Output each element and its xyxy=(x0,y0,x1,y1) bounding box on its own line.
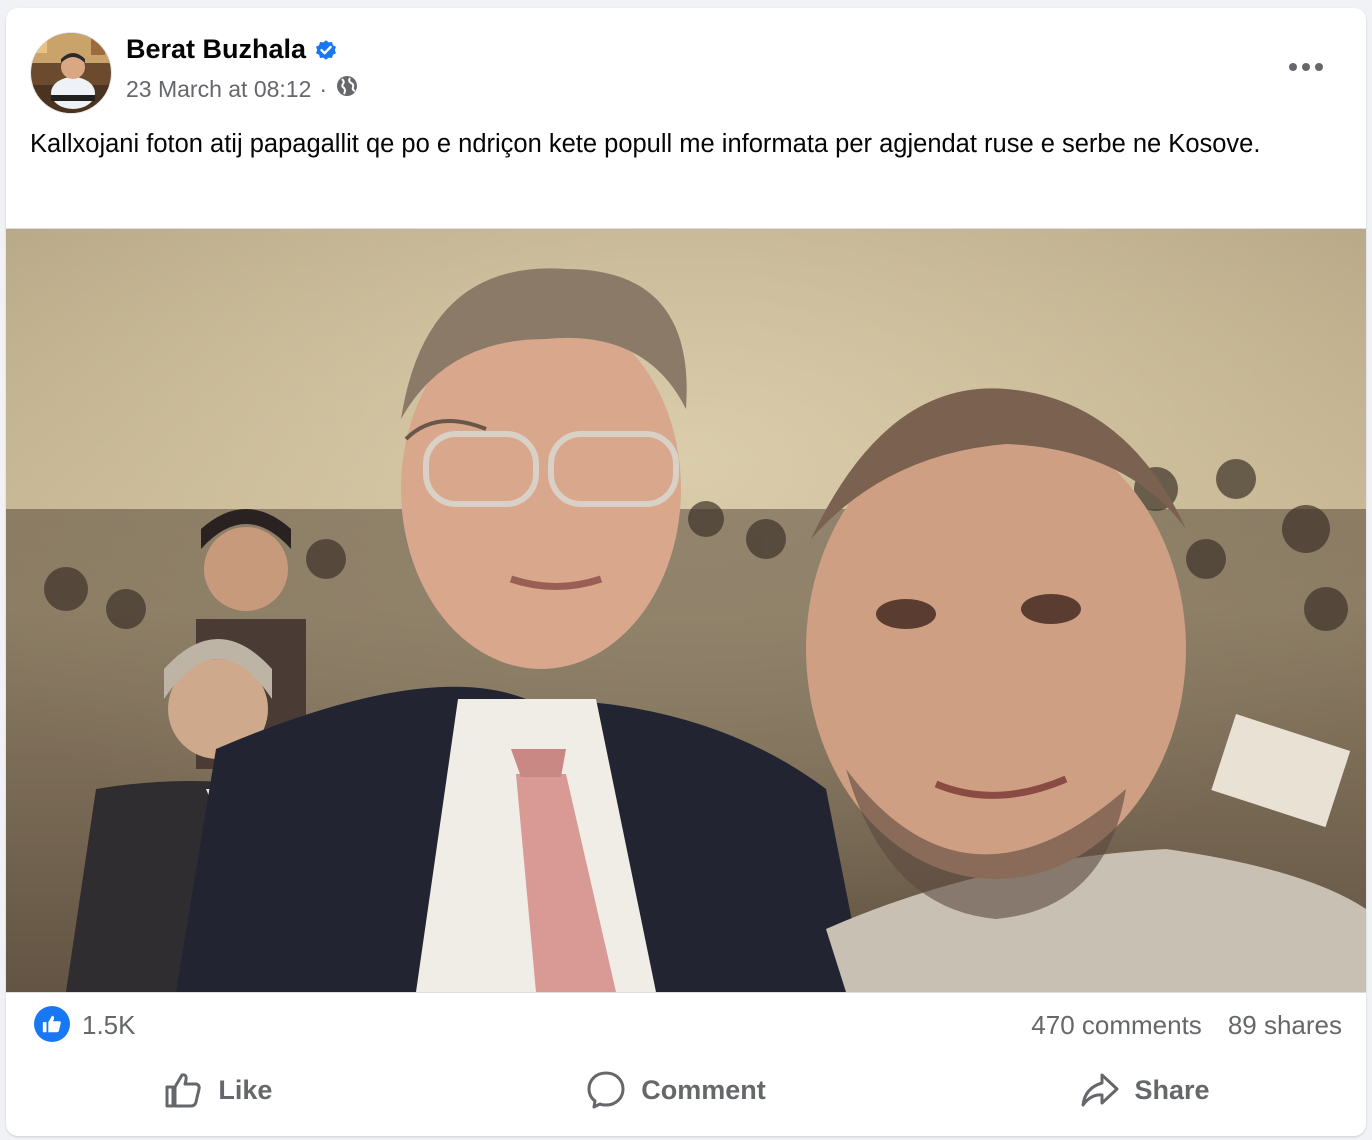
comment-count[interactable]: 470 comments xyxy=(1031,1010,1202,1041)
comment-button[interactable]: Comment xyxy=(561,1058,790,1122)
post-timestamp[interactable]: 23 March at 08:12 xyxy=(126,76,311,103)
like-button[interactable]: Like xyxy=(138,1058,296,1122)
author-name[interactable]: Berat Buzhala xyxy=(126,34,306,65)
thumbs-up-icon xyxy=(165,1073,202,1108)
post-photo[interactable] xyxy=(6,228,1366,993)
author-name-row: Berat Buzhala xyxy=(126,34,338,65)
post-meta: 23 March at 08:12 · xyxy=(126,74,359,104)
post-text: Kallxojani foton atij papagallit qe po e… xyxy=(30,130,1261,158)
comment-share-counts: 470 comments 89 shares xyxy=(1031,1010,1342,1041)
share-label: Share xyxy=(1134,1074,1210,1105)
meta-separator: · xyxy=(319,75,328,102)
author-avatar[interactable] xyxy=(30,32,112,114)
like-reaction-icon[interactable] xyxy=(34,1006,70,1042)
share-button[interactable]: Share xyxy=(1055,1058,1234,1122)
post-card: Berat Buzhala 23 March at 08:12 · Kallxo… xyxy=(6,8,1366,1136)
share-arrow-icon xyxy=(1081,1073,1119,1107)
post-header: Berat Buzhala 23 March at 08:12 · xyxy=(6,8,1366,118)
engagement-stats: 1.5K 470 comments 89 shares xyxy=(6,1004,1366,1048)
verified-badge-icon xyxy=(314,38,338,62)
action-bar: Like Comment Share xyxy=(6,1058,1366,1122)
like-label: Like xyxy=(218,1074,273,1105)
reaction-count[interactable]: 1.5K xyxy=(82,1010,136,1041)
more-dots-icon xyxy=(1289,63,1323,71)
globe-icon[interactable] xyxy=(335,74,359,104)
more-options-button[interactable] xyxy=(1284,54,1328,80)
share-count[interactable]: 89 shares xyxy=(1228,1010,1342,1041)
comment-label: Comment xyxy=(641,1074,766,1105)
comment-bubble-icon xyxy=(587,1071,625,1109)
